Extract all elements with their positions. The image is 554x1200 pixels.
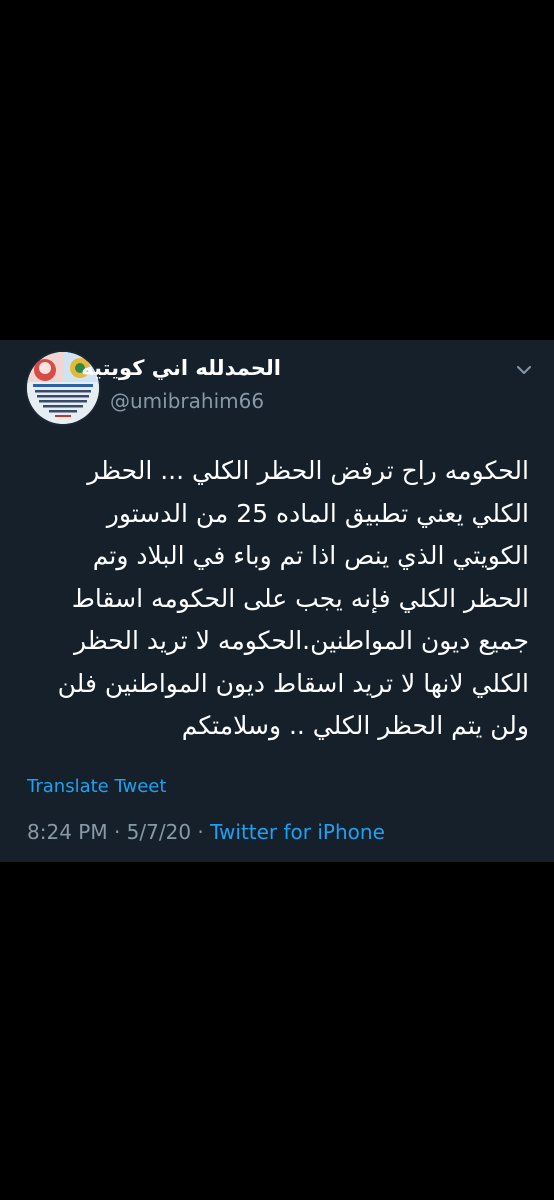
display-name[interactable]: الحمدلله اني كويتيه	[81, 356, 281, 380]
tweet-time: 8:24 PM	[27, 820, 108, 844]
tweet-text-line: الكلي لانها لا تريد اسقاط ديون المواطنين…	[57, 668, 529, 698]
user-handle[interactable]: @umibrahim66	[110, 389, 264, 413]
tweet-text-line: الحكومه راح ترفض الحظر الكلي ... الحظر	[87, 456, 529, 485]
tweet-date: 5/7/20	[126, 820, 192, 844]
tweet-text-line: الكويتي الذي ينص اذا تم وباء في البلاد و…	[92, 541, 529, 570]
tweet-text-line: الحظر الكلي فإنه يجب على الحكومه اسقاط	[71, 583, 529, 613]
tweet-meta: 8:24 PM · 5/7/20 · Twitter for iPhone	[27, 819, 385, 845]
meta-separator: ·	[107, 820, 127, 844]
chevron-down-icon[interactable]	[514, 360, 534, 380]
tweet-text: الحكومه راح ترفض الحظر الكلي ... الحظر ا…	[18, 450, 529, 748]
tweet-text-line: ولن يتم الحظر الكلي .. وسلامتكم	[181, 711, 529, 740]
translate-tweet-link[interactable]: Translate Tweet	[27, 776, 166, 798]
meta-separator: ·	[191, 820, 211, 844]
tweet-source-link[interactable]: Twitter for iPhone	[210, 820, 385, 844]
tweet-text-line: جميع ديون المواطنين.الحكومه لا تريد الحظ…	[73, 626, 529, 655]
tweet-text-line: الكلي يعني تطبيق الماده 25 من الدستور	[106, 498, 529, 528]
